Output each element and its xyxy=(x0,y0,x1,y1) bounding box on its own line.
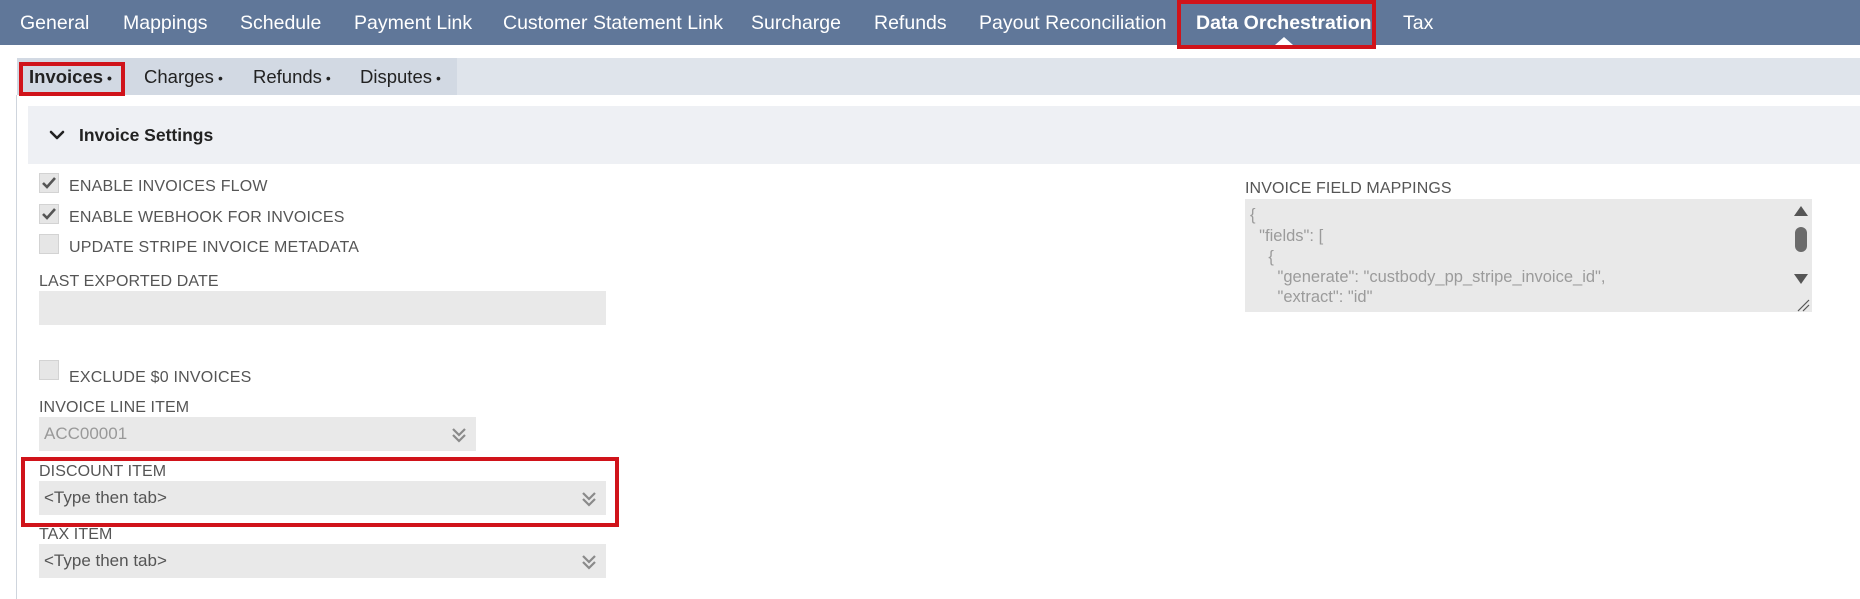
subtab-disputes-dot: • xyxy=(435,70,441,86)
last-exported-date-field[interactable] xyxy=(39,291,606,325)
subtab-refunds-label: Refunds xyxy=(253,66,322,87)
tab-general[interactable]: General xyxy=(20,0,89,45)
double-chevron-down-icon xyxy=(582,492,596,507)
json-line: "fields": [ xyxy=(1250,227,1324,245)
scroll-up-arrow-icon[interactable] xyxy=(1794,206,1808,216)
discount-item-input[interactable]: <Type then tab> xyxy=(39,481,606,515)
subtab-invoices-dot: • xyxy=(107,70,112,86)
sub-tab-bar: Invoices • Charges • Refunds • Disputes • xyxy=(17,58,1860,95)
exclude-zero-label: EXCLUDE $0 INVOICES xyxy=(69,369,252,386)
update-metadata-checkbox[interactable] xyxy=(39,234,59,254)
subtab-disputes[interactable]: Disputes • xyxy=(360,58,441,95)
subtab-charges[interactable]: Charges • xyxy=(144,58,223,95)
invoice-line-item-select[interactable]: ACC00001 xyxy=(39,417,476,451)
tab-payment-link[interactable]: Payment Link xyxy=(354,0,472,45)
invoice-line-item-label: INVOICE LINE ITEM xyxy=(39,399,190,416)
last-exported-date-label: LAST EXPORTED DATE xyxy=(39,273,219,290)
invoice-field-mappings-label: INVOICE FIELD MAPPINGS xyxy=(1245,180,1452,197)
enable-invoices-flow-checkbox[interactable] xyxy=(39,173,59,193)
tax-item-placeholder: <Type then tab> xyxy=(44,551,167,570)
tab-payout-reconciliation[interactable]: Payout Reconciliation xyxy=(979,0,1167,45)
scroll-down-arrow-icon[interactable] xyxy=(1794,274,1808,284)
section-title: Invoice Settings xyxy=(79,125,214,145)
update-metadata-label: UPDATE STRIPE INVOICE METADATA xyxy=(69,239,360,256)
checkmark-icon xyxy=(42,208,56,220)
double-chevron-down-icon xyxy=(582,555,596,570)
discount-item-label: DISCOUNT ITEM xyxy=(39,463,167,480)
tab-refunds[interactable]: Refunds xyxy=(874,0,947,45)
enable-webhook-label: ENABLE WEBHOOK FOR INVOICES xyxy=(69,209,345,226)
enable-invoices-flow-label: ENABLE INVOICES FLOW xyxy=(69,178,268,195)
tab-schedule[interactable]: Schedule xyxy=(240,0,321,45)
invoice-settings-header[interactable]: Invoice Settings xyxy=(28,106,1860,164)
discount-item-placeholder: <Type then tab> xyxy=(44,488,167,507)
invoice-line-item-value: ACC00001 xyxy=(44,424,128,443)
tab-data-orchestration-label: Data Orchestration xyxy=(1196,12,1372,34)
tab-tax[interactable]: Tax xyxy=(1403,0,1433,45)
checkmark-icon xyxy=(42,177,56,189)
subtab-charges-label: Charges xyxy=(144,66,214,87)
exclude-zero-checkbox[interactable] xyxy=(39,360,59,380)
top-tab-bar: General Mappings Schedule Payment Link C… xyxy=(0,0,1860,45)
json-line: "generate": "custbody_pp_stripe_invoice_… xyxy=(1250,268,1606,286)
json-line: "extract": "id" xyxy=(1250,288,1373,306)
tax-item-label: TAX ITEM xyxy=(39,526,113,543)
invoice-field-mappings-textarea[interactable]: { "fields": [ { "generate": "custbody_pp… xyxy=(1245,199,1812,312)
subtab-invoices-label: Invoices xyxy=(29,66,104,87)
tab-surcharge[interactable]: Surcharge xyxy=(751,0,841,45)
subtab-refunds-dot: • xyxy=(325,70,331,86)
subtab-refunds[interactable]: Refunds • xyxy=(253,58,331,95)
subtab-invoices[interactable]: Invoices • xyxy=(29,58,112,95)
resize-grip-icon[interactable] xyxy=(1796,298,1810,312)
double-chevron-down-icon xyxy=(452,428,466,443)
tab-mappings[interactable]: Mappings xyxy=(123,0,208,45)
subtab-disputes-label: Disputes xyxy=(360,66,432,87)
enable-webhook-checkbox[interactable] xyxy=(39,204,59,224)
json-line: { xyxy=(1250,248,1274,266)
tax-item-input[interactable]: <Type then tab> xyxy=(39,544,606,578)
subtab-charges-dot: • xyxy=(217,70,223,86)
active-tab-caret xyxy=(1274,37,1293,45)
content-left-rule xyxy=(16,95,17,599)
chevron-down-icon xyxy=(49,130,65,140)
scrollbar-thumb[interactable] xyxy=(1795,227,1807,252)
json-line: { xyxy=(1250,206,1256,224)
tab-data-orchestration[interactable]: Data Orchestration xyxy=(1196,0,1372,45)
tab-customer-statement-link[interactable]: Customer Statement Link xyxy=(503,0,723,45)
